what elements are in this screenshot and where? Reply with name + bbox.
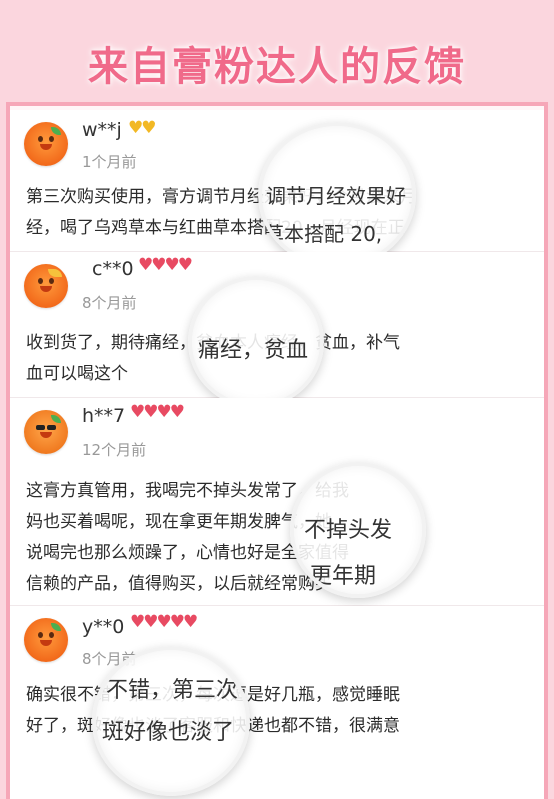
username: y**0 (82, 616, 125, 638)
username: w**j (82, 119, 122, 141)
magnified-text: 不掉头发 (304, 518, 393, 543)
review-line: 妈也买着喝呢，现在拿更年期发脾气，她 (26, 512, 332, 532)
review-page: 来自膏粉达人的反馈 w**j ♥♥ 1个月前 第三次购买使用，膏方调节月经效果好… (0, 0, 554, 799)
review-card: c**0 ♥♥♥♥ 8个月前 收到货了，期待痛经，贫血本人痛经，贫血，补气 血可… (10, 252, 544, 408)
username: c**0 (92, 258, 134, 280)
review-card: y**0 ♥♥♥♥♥ 8个月前 确实很不错，第三次，每次逗是好几瓶，感觉睡眠 好… (10, 606, 544, 799)
mascot-face-icon (33, 623, 61, 650)
review-card: h**7 ♥♥♥♥ 12个月前 这膏方真管用，我喝完不掉头发常了，给我 妈也买着… (10, 398, 544, 606)
sunglasses-face-icon (33, 415, 61, 442)
magnifier-lens: 痛经，贫血 (188, 276, 324, 408)
review-date: 12个月前 (82, 441, 147, 459)
magnified-text: 斑好像也淡了 (102, 720, 235, 745)
rating-hearts-icon: ♥♥ (128, 118, 157, 138)
magnified-text: 调节月经效果好 (266, 184, 406, 208)
username: h**7 (82, 405, 126, 427)
review-line: 信赖的产品，值得购买，以后就经常购买 (26, 574, 332, 594)
review-line: 说喝完也那么烦躁了，心情也好是全家值得 (26, 543, 349, 563)
review-text: 这膏方真管用，我喝完不掉头发常了，给我 妈也买着喝呢，现在拿更年期发脾气，她 说… (26, 476, 536, 600)
magnified-text: 痛经，贫血 (198, 338, 309, 363)
rating-hearts-icon: ♥♥♥♥ (130, 402, 185, 422)
avatar (24, 264, 68, 308)
magnifier-lens: 调节月经效果好 草本搭配 20, (258, 122, 416, 268)
rating-hearts-icon: ♥♥♥♥ (138, 255, 193, 275)
avatar (24, 618, 68, 662)
review-date: 8个月前 (82, 294, 137, 312)
avatar (24, 122, 68, 166)
page-title: 来自膏粉达人的反馈 (88, 44, 466, 90)
magnified-text: 草本搭配 20, (264, 222, 383, 246)
magnified-text: 更年期 (310, 564, 377, 589)
mascot-face-icon (33, 127, 61, 154)
magnifier-lens: 不掉头发 更年期 (290, 462, 426, 598)
review-card: w**j ♥♥ 1个月前 第三次购买使用，膏方调节月经效果好，个月没来月 经，喝… (10, 110, 544, 268)
mascot-face-icon (33, 269, 62, 296)
magnified-text: 不错，第三次 (106, 678, 239, 703)
magnifier-lens: 不错，第三次 斑好像也淡了 (92, 646, 250, 796)
avatar (24, 410, 68, 454)
review-date: 1个月前 (82, 153, 137, 171)
review-line: 这膏方真管用，我喝完不掉头发常了，给我 (26, 481, 349, 501)
rating-hearts-icon: ♥♥♥♥♥ (130, 612, 198, 632)
